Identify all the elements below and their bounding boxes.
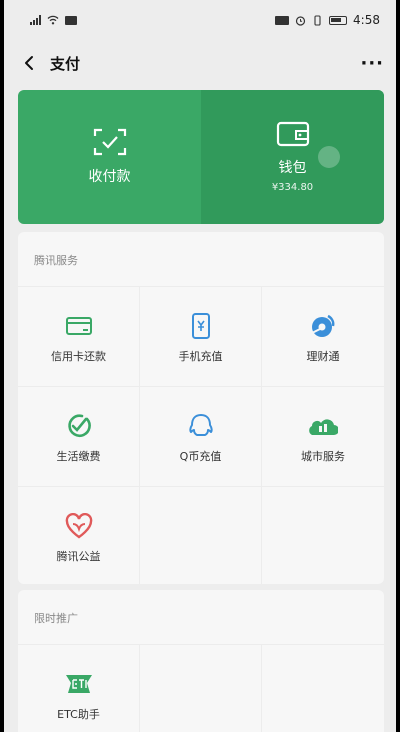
empty-cell [140,486,262,584]
etc-icon [63,668,95,700]
wallet-label: 钱包 [278,160,307,176]
credit-card-repay-item[interactable]: 信用卡还款 [18,286,140,386]
payment-card: 收付款 钱包 ¥334.80 [18,90,384,224]
section-title: 限时推广 [34,612,78,625]
notification-icon [65,15,77,25]
city-service-icon [307,410,339,442]
qq-coin-item[interactable]: Q币充值 [140,386,262,486]
section-title: 腾讯服务 [34,254,78,267]
item-label: 信用卡还款 [51,349,106,363]
hd-icon [275,15,290,25]
touch-indicator [318,146,340,168]
city-service-item[interactable]: 城市服务 [262,386,384,486]
status-left [30,15,77,25]
item-label: 生活缴费 [56,449,101,463]
more-options-icon[interactable]: ··· [360,53,384,74]
page-title: 支付 [50,54,81,73]
empty-cell [262,644,384,732]
battery-icon [329,15,348,25]
phone-topup-icon [185,310,217,342]
wifi-icon [47,15,59,25]
back-arrow-icon[interactable] [16,50,42,76]
status-bar: 4:58 [4,0,396,40]
qq-coin-icon [185,410,217,442]
receive-pay-label: 收付款 [88,169,131,185]
utility-payment-icon [63,410,95,442]
wallet-icon [276,121,309,147]
wallet-button[interactable]: 钱包 ¥334.80 [201,90,384,224]
status-right: 4:58 [275,13,380,27]
item-label: 腾讯公益 [56,549,101,563]
item-label: Q币充值 [179,449,222,463]
tencent-services-section: 腾讯服务 信用卡还款 手机充值 理财通 生活缴费 Q币充值 城市服务 腾讯公益 [18,232,384,584]
scan-check-icon [93,128,126,156]
item-label: 手机充值 [178,349,223,363]
wealth-item[interactable]: 理财通 [262,286,384,386]
phone-topup-item[interactable]: 手机充值 [140,286,262,386]
receive-pay-button[interactable]: 收付款 [18,90,201,224]
alarm-icon [295,15,306,26]
services-grid: 信用卡还款 手机充值 理财通 生活缴费 Q币充值 城市服务 腾讯公益 [18,286,384,584]
promotion-section: 限时推广 ETC助手 [18,590,384,732]
item-label: 城市服务 [301,449,345,463]
wealth-icon [307,310,339,342]
status-time: 4:58 [353,13,380,27]
phone-screen: 4:58 支付 ··· 收付款 钱包 ¥334.80 腾讯服务 信用卡还款 手机… [4,0,396,732]
etc-assistant-item[interactable]: ETC助手 [18,644,140,732]
utility-payment-item[interactable]: 生活缴费 [18,386,140,486]
charity-heart-icon [63,510,95,542]
item-label: ETC助手 [57,707,100,721]
charity-item[interactable]: 腾讯公益 [18,486,140,584]
promotion-grid: ETC助手 [18,644,384,732]
wallet-balance: ¥334.80 [271,182,314,193]
signal-icon [30,15,41,25]
vibrate-icon [314,14,321,26]
empty-cell [140,644,262,732]
nav-bar: 支付 ··· [4,40,396,86]
item-label: 理财通 [306,349,340,363]
credit-card-icon [63,310,95,342]
empty-cell [262,486,384,584]
